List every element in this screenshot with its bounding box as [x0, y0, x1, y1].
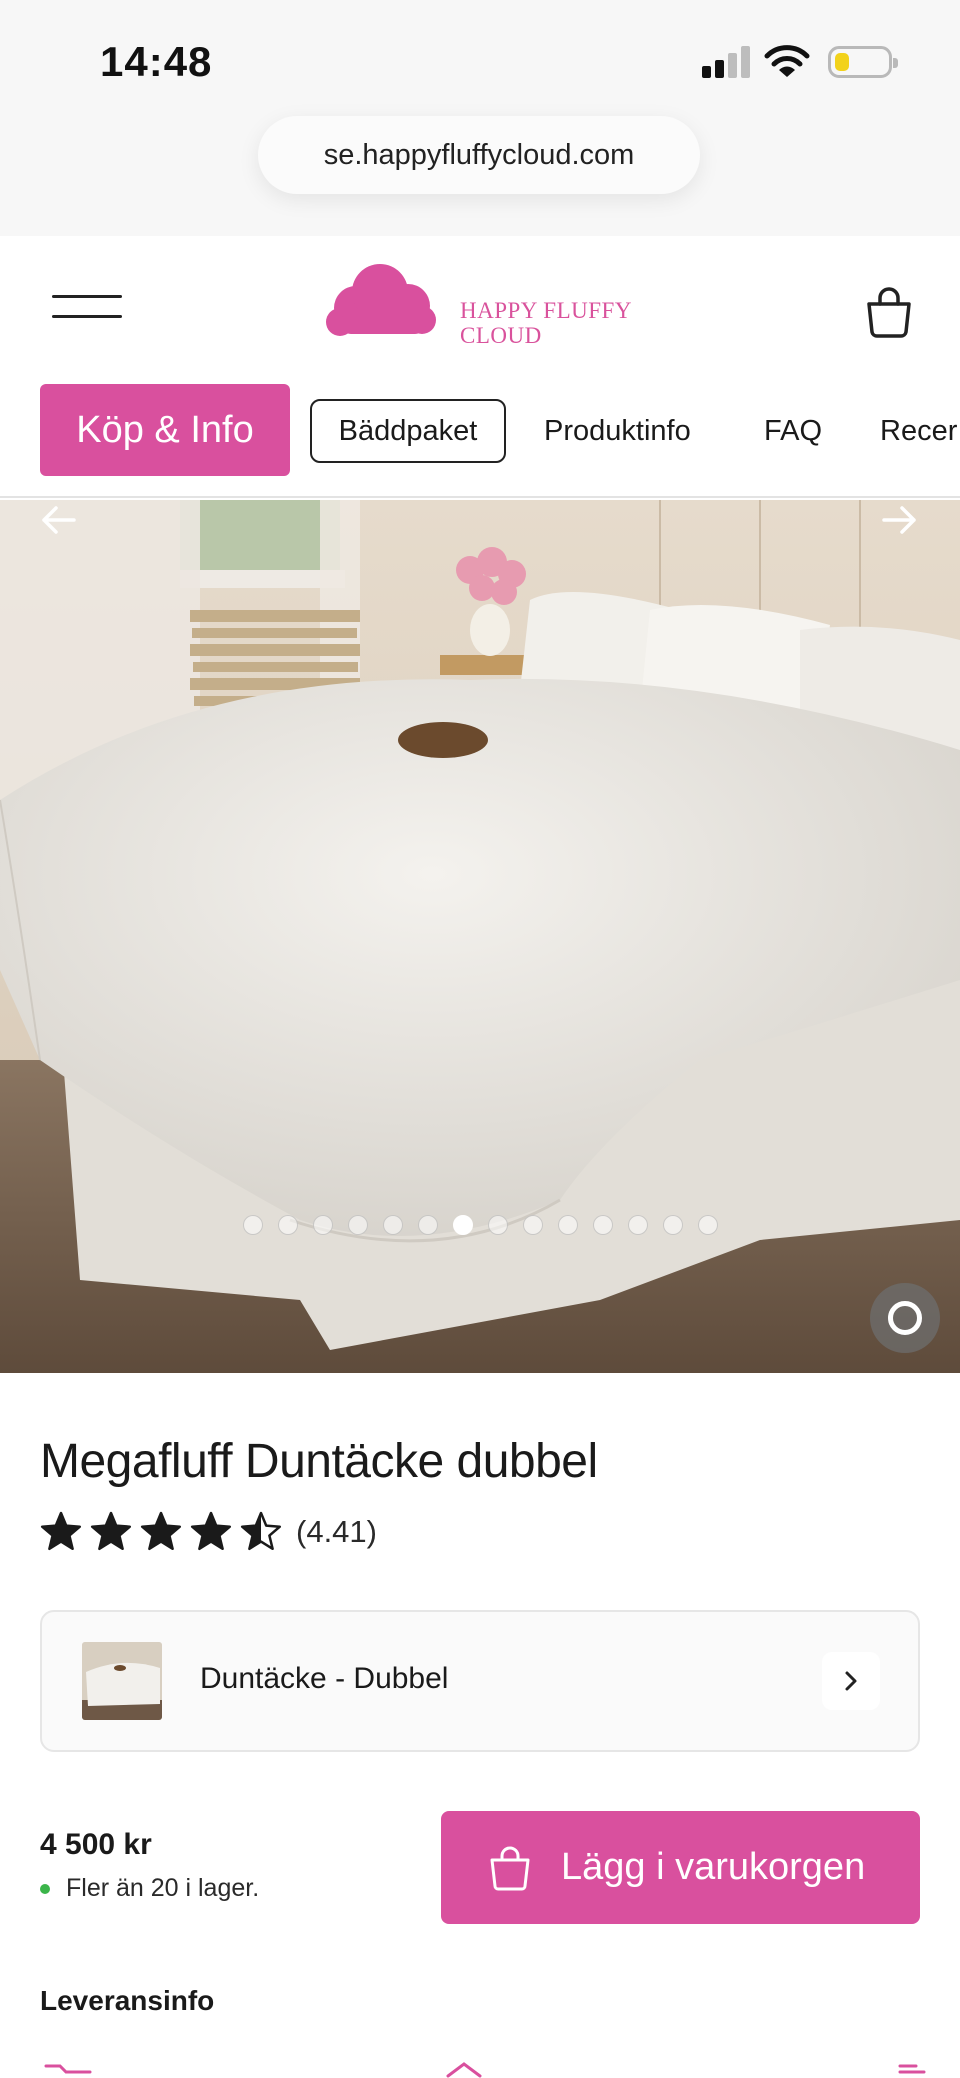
gallery-dot[interactable] [277, 1215, 298, 1235]
gallery-dot[interactable] [417, 1215, 438, 1235]
gallery-dot[interactable] [627, 1215, 648, 1235]
star-icon [140, 1511, 182, 1551]
section-tabs: Köp & Info Bäddpaket Produktinfo FAQ Rec… [0, 378, 960, 498]
gallery-dot[interactable] [522, 1215, 543, 1235]
tab-produktinfo[interactable]: Produktinfo [544, 399, 691, 463]
product-rating[interactable]: (4.41) [40, 1510, 377, 1554]
variant-label: Duntäcke - Dubbel [200, 1662, 449, 1695]
clock: 14:48 [100, 38, 213, 85]
delivery-feature-icons [44, 2062, 926, 2078]
gallery-dot[interactable] [487, 1215, 508, 1235]
star-icon [190, 1511, 232, 1551]
product-title: Megafluff Duntäcke dubbel [40, 1435, 598, 1488]
gallery-dot[interactable] [557, 1215, 578, 1235]
product-price: 4 500 kr [40, 1828, 152, 1861]
logo-line-2: CLOUD [460, 323, 542, 348]
in-stock-dot-icon [40, 1883, 50, 1894]
menu-icon[interactable] [52, 291, 124, 321]
stock-text: Fler än 20 i lager. [66, 1874, 260, 1902]
brand-logo[interactable]: HAPPY FLUFFY CLOUD [322, 256, 642, 348]
gallery-dot[interactable] [662, 1215, 683, 1235]
variant-selector[interactable]: Duntäcke - Dubbel [40, 1610, 920, 1752]
previous-image-arrow-icon[interactable] [38, 500, 78, 540]
delivery-heading: Leveransinfo [40, 1985, 215, 2016]
logo-text: HAPPY FLUFFY CLOUD [460, 298, 632, 348]
tab-baddpaket[interactable]: Bäddpaket [310, 399, 506, 463]
product-photo [0, 500, 960, 1373]
gallery-dot[interactable] [382, 1215, 403, 1235]
tab-recensioner[interactable]: Recer [880, 399, 957, 463]
star-icon [90, 1511, 132, 1551]
shopping-bag-icon [490, 1846, 530, 1890]
rating-stars [40, 1511, 282, 1553]
truck-icon [898, 2064, 926, 2074]
home-icon [446, 2062, 482, 2078]
cloud-logo-icon [326, 264, 436, 336]
wifi-icon [764, 45, 810, 77]
next-image-arrow-icon[interactable] [880, 500, 920, 540]
tab-faq[interactable]: FAQ [764, 399, 822, 463]
site-header: HAPPY FLUFFY CLOUD [0, 236, 960, 378]
cellular-signal-icon [702, 46, 750, 78]
stock-status: Fler än 20 i lager. [40, 1874, 259, 1903]
variant-thumbnail [82, 1642, 162, 1720]
product-image-gallery[interactable] [0, 500, 960, 1373]
gallery-dot[interactable] [242, 1215, 263, 1235]
gallery-dot[interactable] [592, 1215, 613, 1235]
tab-kop-info[interactable]: Köp & Info [40, 384, 290, 476]
gallery-dot[interactable] [452, 1215, 473, 1235]
gallery-dot[interactable] [312, 1215, 333, 1235]
logo-line-1: HAPPY FLUFFY [460, 298, 632, 323]
cart-icon [44, 2064, 92, 2074]
star-icon [240, 1511, 282, 1551]
chevron-right-icon [822, 1652, 880, 1710]
shopping-bag-icon[interactable] [866, 286, 912, 338]
battery-icon [828, 46, 898, 78]
status-bar: 14:48 [0, 0, 960, 110]
gallery-dot[interactable] [697, 1215, 718, 1235]
zoom-button[interactable] [870, 1283, 940, 1353]
star-icon [40, 1511, 82, 1551]
rating-value: (4.41) [296, 1514, 377, 1549]
add-to-cart-button[interactable]: Lägg i varukorgen [441, 1811, 920, 1924]
zoom-icon [888, 1301, 922, 1335]
browser-url-bar: se.happyfluffycloud.com [0, 110, 960, 236]
url-field[interactable]: se.happyfluffycloud.com [258, 116, 700, 194]
add-to-cart-label: Lägg i varukorgen [561, 1846, 866, 1888]
gallery-pagination [0, 1215, 960, 1237]
gallery-dot[interactable] [347, 1215, 368, 1235]
